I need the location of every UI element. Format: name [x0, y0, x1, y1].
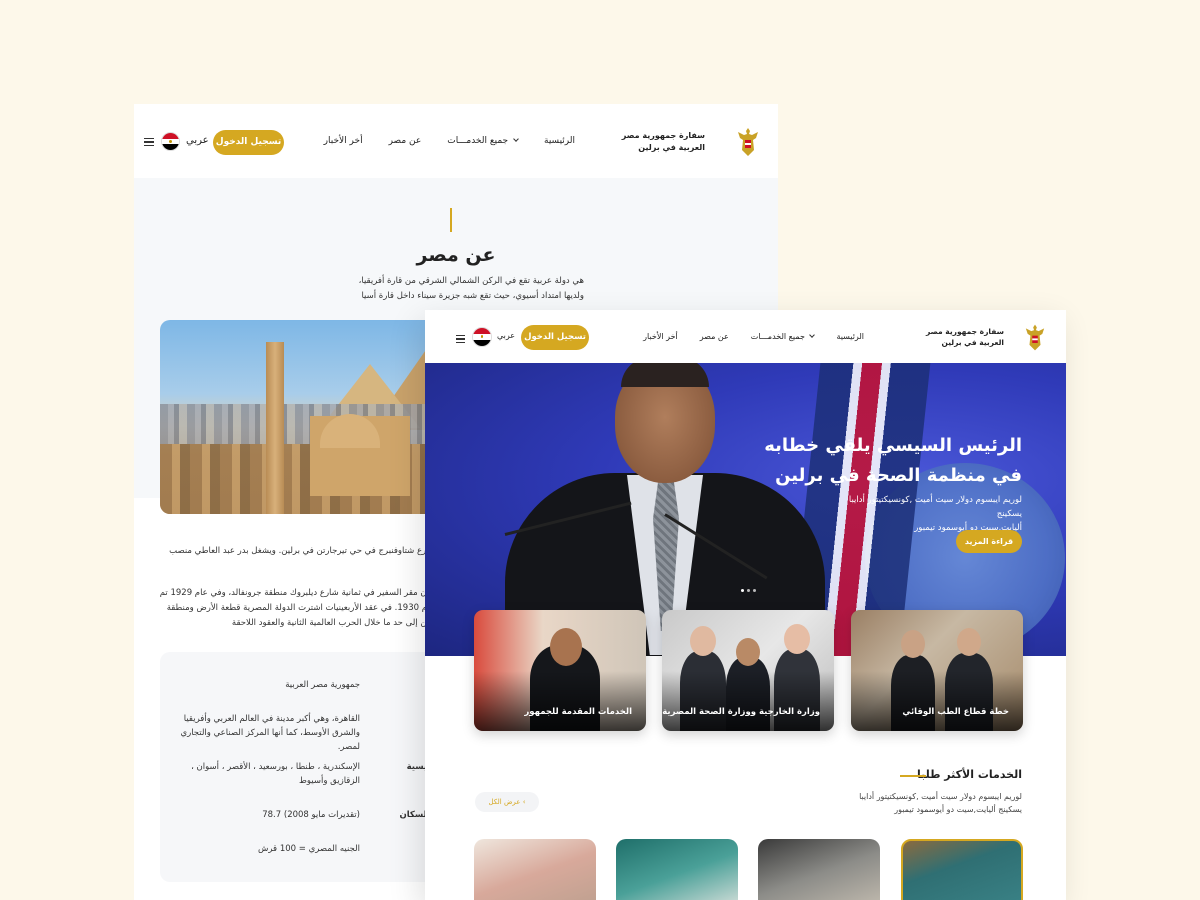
brand-name[interactable]: سفارة جمهورية مصر العربية في برلين [622, 130, 705, 153]
view-all-label: عرض الكل [488, 798, 521, 806]
service-card[interactable] [616, 839, 738, 900]
para2-line-1: ت كان مقر السفير في ثمانية شارع ديلبروك … [159, 588, 444, 598]
nav-services[interactable]: جميع الخدمـــات [447, 136, 519, 146]
services-description: لوريم ايبسوم دولار سيت أميت ,كونسيكتيتور… [792, 790, 1022, 816]
decorative-line [450, 208, 452, 232]
fact-value: جمهورية مصر العربية [285, 680, 360, 690]
service-card[interactable] [901, 839, 1023, 900]
chevron-left-icon: ‹ [522, 798, 526, 806]
egypt-eagle-icon[interactable] [1024, 322, 1046, 353]
carousel-dot[interactable] [753, 589, 756, 592]
about-paragraph-1: 7 شارع شتاوفنبرج في حي تيرجارتن في برلين… [169, 546, 444, 556]
card-title: خطة قطاع الطب الوقائي [902, 707, 1009, 717]
intro-line-1: هي دولة عربية تقع في الركن الشمالي الشرق… [358, 276, 584, 286]
nav-news[interactable]: أخر الأخبار [324, 136, 363, 146]
nav-services[interactable]: جميع الخدمـــات [750, 332, 816, 341]
login-button[interactable]: تسجيل الدخول [521, 325, 589, 350]
main-nav: الرئيسية جميع الخدمـــات عن مصر أخر الأخ… [324, 136, 575, 146]
brand-line-2: العربية في برلين [941, 337, 1004, 347]
hero-title: الرئيس السيسي يلقي خطابه في منظمة الصحة … [722, 431, 1022, 491]
news-card[interactable]: خطة قطاع الطب الوقائي [851, 610, 1023, 731]
site-header: عربي تسجيل الدخول الرئيسية جميع الخدمـــ… [134, 104, 778, 178]
language-selector[interactable]: عربي [497, 331, 515, 340]
hero-description: لوريم ايبسوم دولار سيت أميت ,كونسيكتيتور… [822, 493, 1022, 535]
service-card[interactable] [474, 839, 596, 900]
nav-services-label: جميع الخدمـــات [447, 136, 509, 146]
news-card[interactable]: وزارة الخارجية ووزارة الصحة المصرية [662, 610, 834, 731]
nav-home[interactable]: الرئيسية [836, 332, 864, 341]
fact-value: (تقديرات مايو 2008) 78.7 [262, 810, 360, 820]
fact-value: الإسكندرية ، طنطا ، بورسعيد ، الأقصر ، أ… [191, 762, 360, 786]
carousel-dots [741, 589, 756, 592]
hero-desc-line-1: لوريم ايبسوم دولار سيت أميت ,كونسيكتيتور… [848, 495, 1022, 519]
brand-line-1: سفارة جمهورية مصر [621, 131, 705, 140]
para2-line-2: ي عام 1930. في عقد الأربعينيات اشترت الد… [166, 603, 444, 613]
fact-value: القاهرة، وهي أكبر مدينة في العالم العربي… [180, 714, 360, 752]
egypt-flag-icon [161, 132, 180, 151]
chevron-down-icon [809, 332, 816, 338]
read-more-button[interactable]: قراءة المزيد [956, 530, 1022, 553]
about-intro-text: هي دولة عربية تقع في الركن الشمالي الشرق… [324, 274, 584, 304]
home-page-panel: عربي تسجيل الدخول الرئيسية جميع الخدمـــ… [425, 310, 1066, 900]
card-title: الخدمات المقدمة للجمهور [524, 707, 632, 717]
news-card[interactable]: الخدمات المقدمة للجمهور [474, 610, 646, 731]
egypt-flag-icon [472, 327, 492, 347]
hero-title-line-1: الرئيس السيسي يلقي خطابه [764, 435, 1022, 456]
nav-about[interactable]: عن مصر [389, 136, 422, 146]
egypt-eagle-icon[interactable] [736, 126, 760, 158]
facts-table: ـسم جمهورية مصر العربية صمة القاهرة، وهي… [160, 652, 460, 882]
brand-line-1: سفارة جمهورية مصر [925, 327, 1004, 336]
about-paragraph-2: ت كان مقر السفير في ثمانية شارع ديلبروك … [154, 586, 444, 631]
card-title: وزارة الخارجية ووزارة الصحة المصرية [662, 707, 820, 717]
carousel-dot[interactable] [747, 589, 750, 592]
login-button[interactable]: تسجيل الدخول [213, 130, 284, 155]
main-nav: الرئيسية جميع الخدمـــات عن مصر أخر الأخ… [643, 332, 864, 341]
language-selector[interactable]: عربي [186, 135, 209, 146]
para2-line-3: البلدين إلى حد ما خلال الحرب العالمية ال… [231, 618, 444, 628]
view-all-button[interactable]: عرض الكل ‹ [475, 792, 539, 812]
services-desc-line-1: لوريم ايبسوم دولار سيت أميت ,كونسيكتيتور… [859, 792, 1022, 801]
brand-line-2: العربية في برلين [638, 142, 705, 152]
intro-line-2: ولديها امتداد أسيوي، حيث تقع شبه جزيرة س… [361, 291, 584, 301]
hero-title-line-2: في منظمة الصحة في برلين [775, 465, 1022, 486]
menu-icon[interactable] [144, 138, 154, 147]
about-title: عن مصر [416, 244, 496, 266]
decorative-line [900, 775, 926, 777]
chevron-down-icon [513, 136, 519, 142]
carousel-dot[interactable] [741, 589, 744, 592]
brand-name[interactable]: سفارة جمهورية مصر العربية في برلين [926, 327, 1004, 349]
fact-value: الجنيه المصري = 100 قرش [257, 844, 360, 854]
site-header: عربي تسجيل الدخول الرئيسية جميع الخدمـــ… [425, 310, 1066, 363]
services-desc-line-2: يسكينج أليايت,سيت دو أيوسمود تيمبور [894, 805, 1022, 814]
service-card[interactable] [758, 839, 880, 900]
menu-icon[interactable] [456, 335, 465, 344]
nav-news[interactable]: أخر الأخبار [643, 332, 678, 341]
cairo-photo [160, 320, 460, 514]
nav-about[interactable]: عن مصر [700, 332, 729, 341]
services-title: الخدمات الأكثر طلبا [917, 768, 1022, 781]
nav-home[interactable]: الرئيسية [544, 136, 575, 146]
nav-services-label: جميع الخدمـــات [750, 332, 805, 341]
